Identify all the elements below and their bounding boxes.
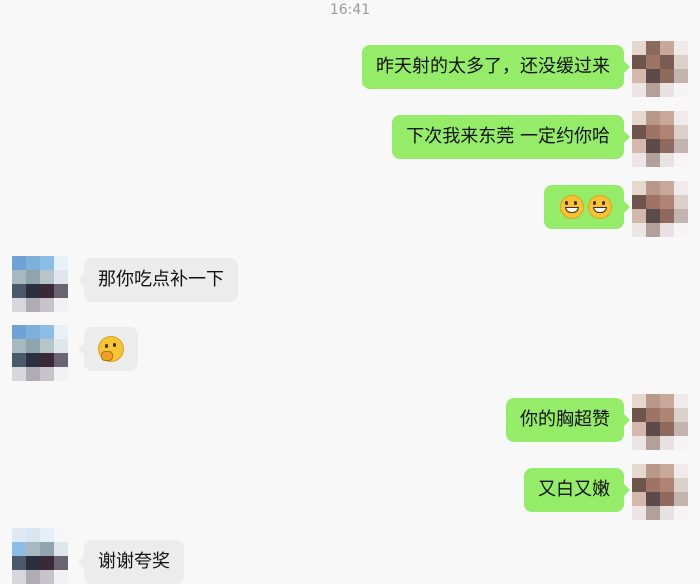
message-row-outgoing: 昨天射的太多了，还没缓过来 (0, 41, 700, 97)
message-bubble[interactable] (544, 185, 630, 229)
thinking-face-icon (98, 336, 124, 362)
message-bubble[interactable]: 你的胸超赞 (506, 398, 630, 442)
self-avatar[interactable] (632, 464, 688, 520)
message-row-outgoing: 你的胸超赞 (0, 394, 700, 450)
self-avatar[interactable] (632, 41, 688, 97)
message-bubble[interactable] (78, 327, 138, 371)
message-bubble[interactable]: 昨天射的太多了，还没缓过来 (362, 45, 630, 89)
self-avatar[interactable] (632, 394, 688, 450)
self-avatar[interactable] (632, 111, 688, 167)
message-row-outgoing: 下次我来东莞 一定约你哈 (0, 111, 700, 167)
contact-avatar[interactable] (12, 325, 68, 381)
message-bubble[interactable]: 谢谢夸奖 (78, 540, 184, 584)
message-row-incoming: 那你吃点补一下 (0, 256, 700, 312)
timestamp: 16:41 (329, 2, 371, 18)
message-row-incoming (0, 325, 700, 381)
message-row-outgoing: 又白又嫩 (0, 464, 700, 520)
contact-avatar[interactable] (12, 256, 68, 312)
self-avatar[interactable] (632, 181, 688, 237)
message-row-incoming: 谢谢夸奖 (0, 528, 700, 584)
message-bubble[interactable]: 那你吃点补一下 (78, 258, 238, 302)
message-row-outgoing (0, 181, 700, 237)
message-bubble[interactable]: 下次我来东莞 一定约你哈 (392, 115, 630, 159)
message-bubble[interactable]: 又白又嫩 (524, 468, 630, 512)
grinning-face-with-teeth-icon (588, 195, 612, 219)
contact-avatar[interactable] (12, 528, 68, 584)
grinning-face-with-teeth-icon (560, 195, 584, 219)
